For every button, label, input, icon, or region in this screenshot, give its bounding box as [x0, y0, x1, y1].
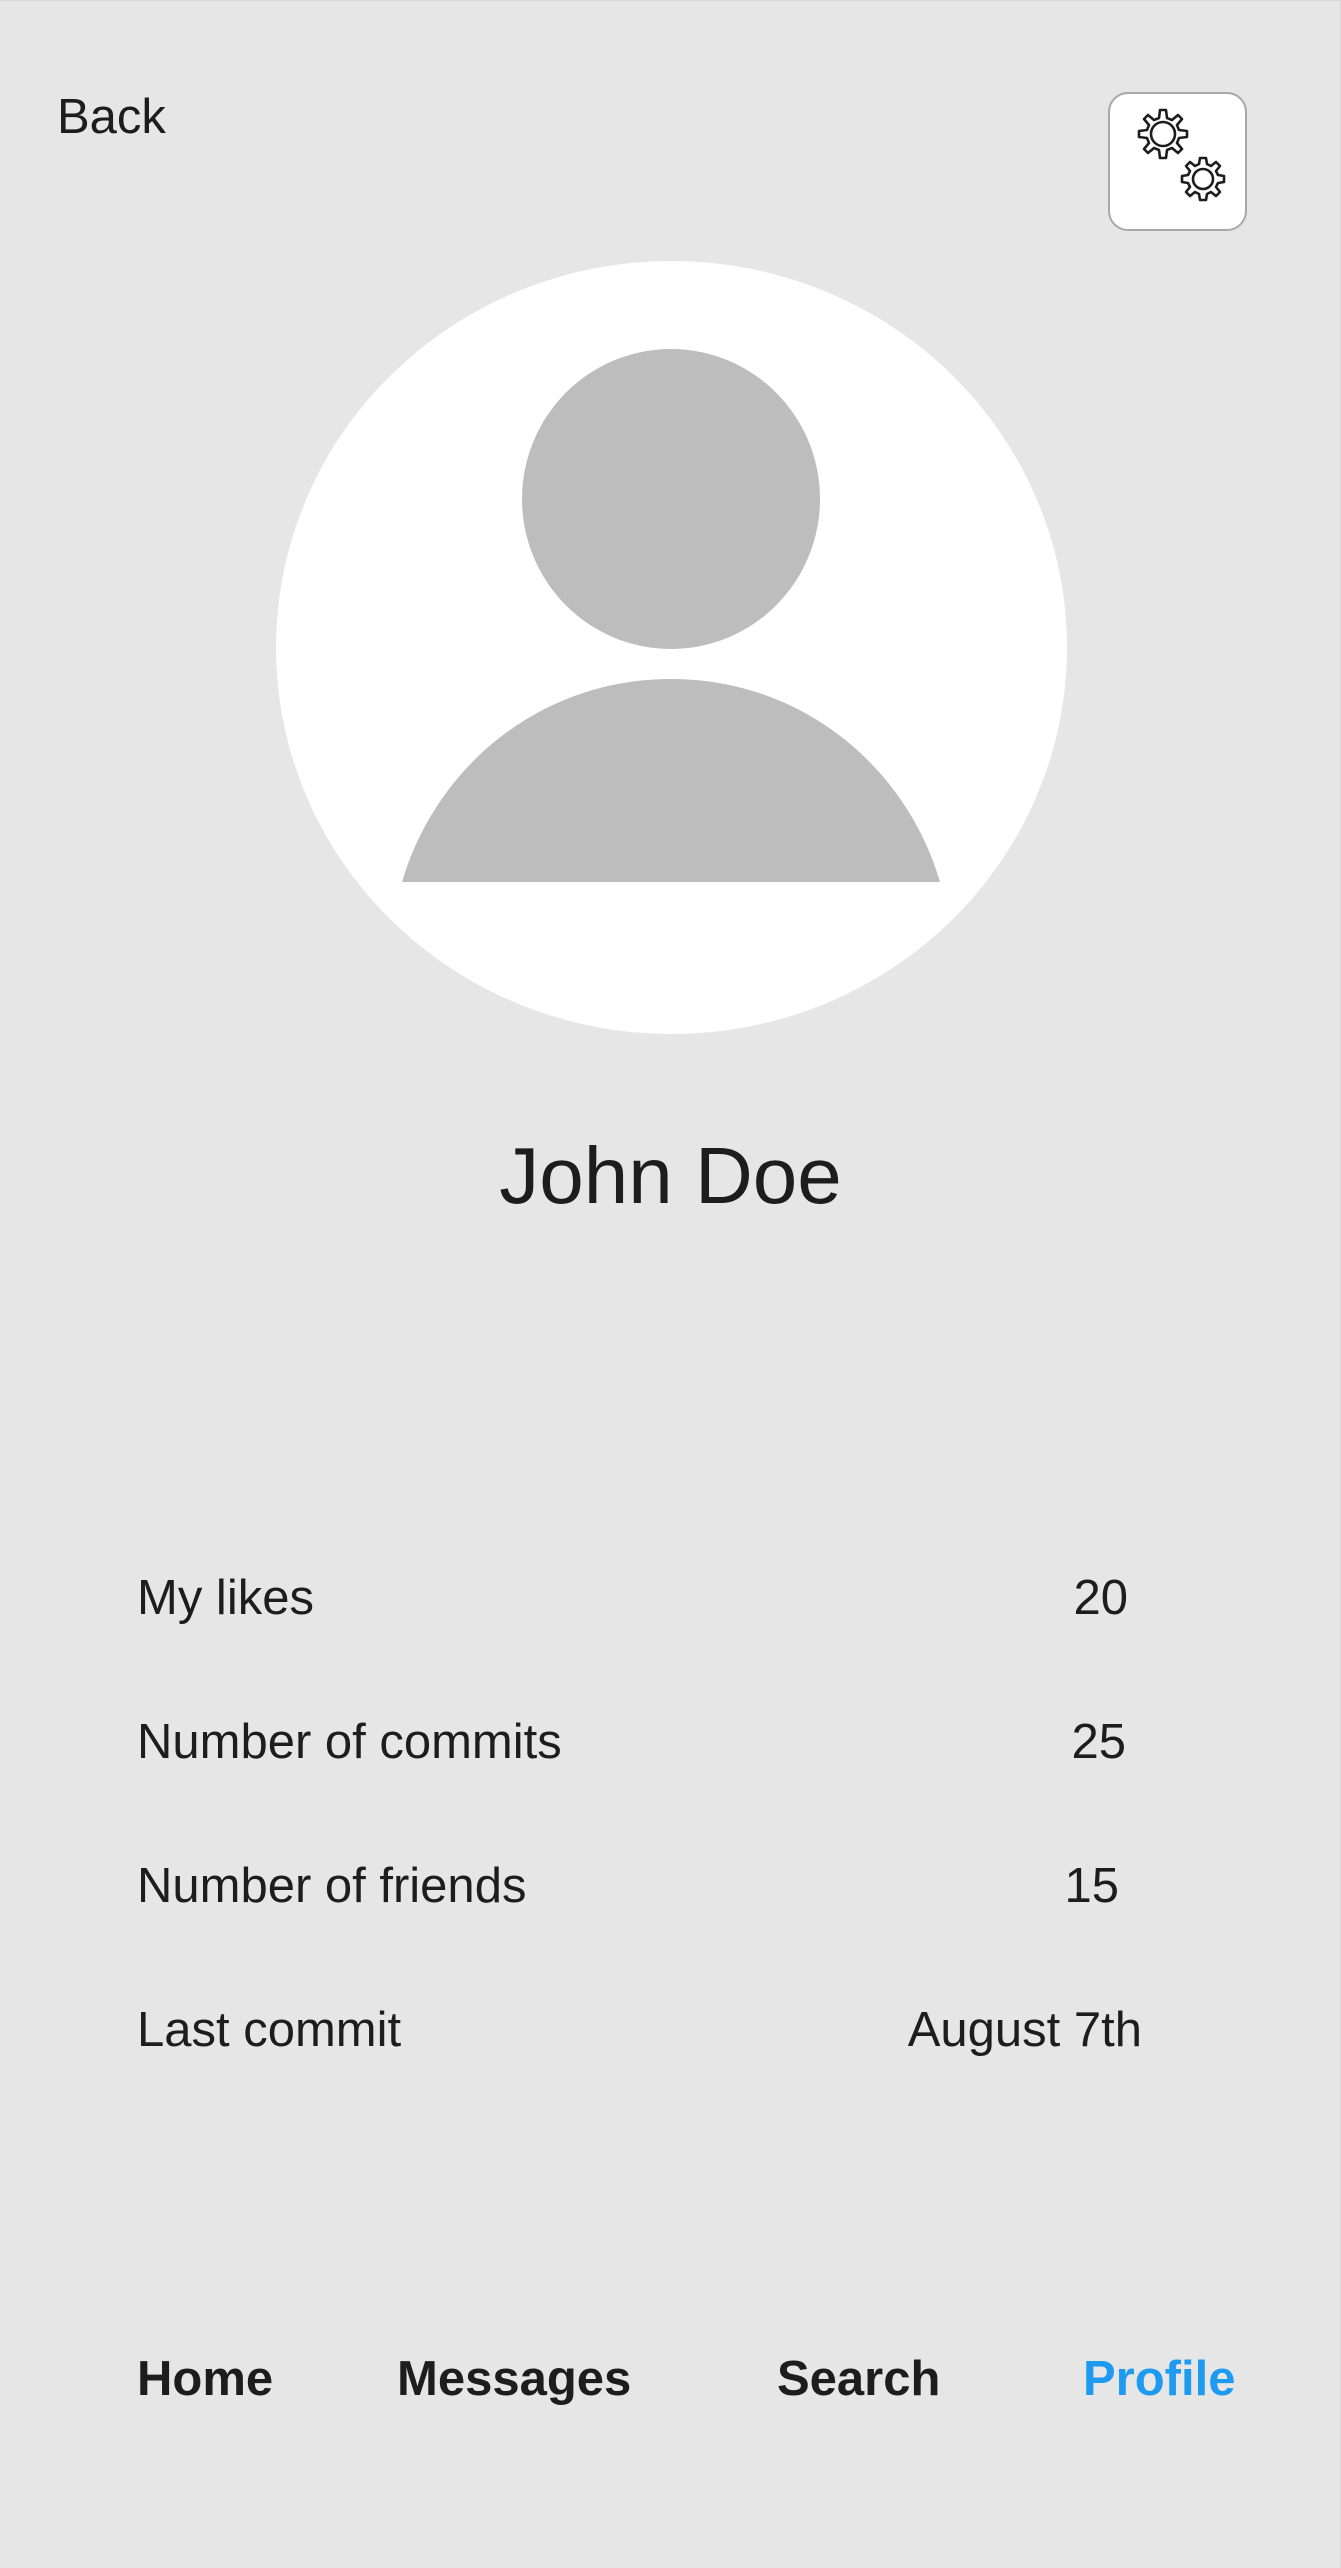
profile-screen: Back John Doe My likes 20 Number of comm…: [0, 0, 1341, 2568]
stat-label: Number of commits: [137, 1715, 562, 1769]
nav-item-profile[interactable]: Profile: [1083, 2344, 1235, 2414]
settings-button[interactable]: [1108, 92, 1247, 231]
nav-item-search[interactable]: Search: [777, 2344, 940, 2414]
stat-row-commits: Number of commits 25: [137, 1672, 1137, 1816]
avatar: [276, 261, 1067, 1034]
stat-label: Number of friends: [137, 1859, 527, 1913]
user-placeholder-icon: [402, 349, 940, 882]
gears-icon: [1137, 108, 1226, 202]
stat-label: Last commit: [137, 2003, 402, 2057]
bottom-nav: Home Messages Search Profile: [0, 2344, 1341, 2414]
stat-row-likes: My likes 20: [137, 1528, 1137, 1672]
stat-value: 15: [1064, 1859, 1119, 1913]
back-button[interactable]: Back: [57, 85, 166, 149]
stat-value: August 7th: [907, 2003, 1142, 2057]
stat-label: My likes: [137, 1571, 314, 1625]
nav-item-home[interactable]: Home: [137, 2344, 273, 2414]
stat-value: 25: [1071, 1715, 1126, 1769]
nav-item-messages[interactable]: Messages: [397, 2344, 631, 2414]
stat-value: 20: [1073, 1571, 1128, 1625]
stat-row-friends: Number of friends 15: [137, 1816, 1137, 1960]
stats-list: My likes 20 Number of commits 25 Number …: [137, 1528, 1142, 2104]
stat-row-last-commit: Last commit August 7th: [137, 1960, 1142, 2104]
user-name: John Doe: [499, 1131, 842, 1220]
